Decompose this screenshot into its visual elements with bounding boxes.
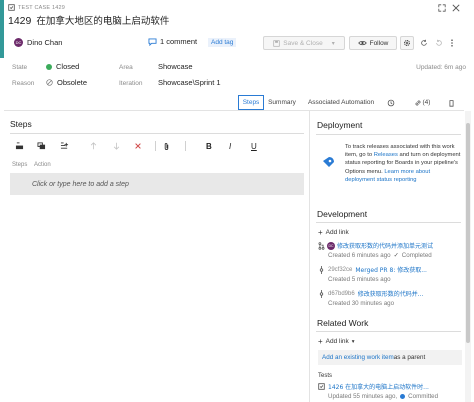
steps-toolbar: B I U [10,138,304,154]
undo-icon[interactable] [435,39,443,47]
state-label: State [12,64,28,71]
plus-icon: + [318,337,323,346]
deployment-rocket-icon [320,155,336,171]
fullscreen-icon[interactable] [438,4,446,12]
assignee[interactable]: DC Dino Chan [14,38,62,47]
state-field[interactable]: Closed [46,62,79,71]
eye-icon [357,40,367,46]
state-dot [46,63,52,70]
window-controls [438,4,460,12]
comment-icon [148,37,157,46]
area-label: Area [119,64,133,71]
development-item[interactable]: DC 修改获取形数的代码并添加单元测试 Created 6 minutes ag… [318,241,462,259]
refresh-icon[interactable] [420,39,428,47]
iteration-label: Iteration [119,80,143,87]
tab-steps[interactable]: Steps [238,95,264,110]
area-field[interactable]: Showcase [158,62,193,71]
insert-shared-steps-icon[interactable] [37,142,46,150]
tests-label: Tests [318,373,333,379]
history-icon [387,99,395,107]
create-shared-steps-icon[interactable] [60,142,69,150]
iteration-field[interactable]: Showcase\Sprint 1 [158,78,221,87]
work-item-title[interactable]: 在加拿大地区的电脑上启动软件 [36,13,169,27]
col-steps: Steps [12,162,28,168]
link-icon [414,99,422,107]
italic-icon[interactable]: I [229,142,231,151]
scrollbar-thumb[interactable] [466,123,470,343]
gear-icon [403,39,411,47]
tab-summary[interactable]: Summary [266,95,298,110]
add-step-input[interactable]: Click or type here to add a step [10,173,304,195]
follow-button[interactable]: Follow [349,36,397,50]
col-action: Action [34,162,51,168]
more-actions-icon[interactable] [450,39,454,47]
development-divider [316,222,461,223]
work-item-color-bar [0,0,4,58]
divider [155,141,156,151]
pull-request-icon [318,241,325,250]
updated-timestamp: Updated: 6m ago [416,64,466,71]
reason-label: Reason [12,80,35,87]
tab-attachments[interactable] [443,95,459,110]
move-up-icon[interactable] [90,142,97,150]
related-work-divider [316,331,461,332]
deployment-text: To track releases associated with this w… [345,144,461,183]
status-dot [400,394,406,399]
development-item[interactable]: 29cf32ce Merged PR 8: 修改获取... Created 5 … [318,265,462,283]
chevron-down-icon: ▾ [351,338,355,345]
test-case-icon [8,4,15,11]
work-item-id: 1429 [8,15,32,27]
insert-step-icon[interactable] [15,142,24,150]
underline-icon[interactable]: U [251,142,257,151]
development-add-link[interactable]: + Add link [318,228,349,237]
related-add-link[interactable]: + Add link ▾ [318,337,355,346]
related-work-title: Related Work [317,318,369,328]
save-icon [273,39,280,47]
scrollbar[interactable] [465,111,471,402]
development-title: Development [317,209,368,219]
related-test-item[interactable]: 1426 在加拿大的电脑上启动软件时... Updated 55 minutes… [318,382,462,400]
plus-icon: + [318,228,323,237]
avatar: DC [327,241,335,250]
close-icon[interactable] [452,4,460,12]
steps-title: Steps [10,119,32,129]
obsolete-icon [46,79,53,86]
bold-icon[interactable]: B [206,142,212,151]
tab-divider [4,110,464,111]
add-existing-work-item[interactable]: Add an existing work item as a parent [318,350,462,365]
commit-icon [318,265,325,274]
tab-history[interactable] [382,95,400,110]
development-item[interactable]: d67bd9b6 修改获取形数的代码并... Created 30 minute… [318,289,462,307]
panel-divider [309,111,310,402]
releases-link[interactable]: Releases [374,152,398,158]
test-case-icon [318,383,325,390]
work-item-type-label: TEST CASE 1429 [8,4,65,11]
save-close-button[interactable]: Save & Close ▾ [263,36,345,50]
checkmark-icon: ✓ [393,252,399,259]
comments-link[interactable]: 1 comment [148,37,197,46]
deployment-divider [316,134,461,135]
avatar: DC [14,38,23,47]
settings-button[interactable] [400,36,414,50]
tab-links[interactable]: (4) [409,95,435,110]
attachment-icon [448,99,455,107]
page-title: 1429 在加拿大地区的电脑上启动软件 [8,13,169,27]
delete-step-icon[interactable] [134,142,142,150]
steps-divider [10,133,304,134]
attachment-icon[interactable] [163,142,170,151]
tab-associated-automation[interactable]: Associated Automation [303,95,379,110]
commit-icon [318,289,325,298]
reason-field[interactable]: Obsolete [46,78,87,87]
deployment-title: Deployment [317,120,363,130]
move-down-icon[interactable] [113,142,120,150]
divider [185,141,186,151]
add-tag-button[interactable]: Add tag [208,38,237,47]
chevron-down-icon: ▾ [331,40,335,47]
